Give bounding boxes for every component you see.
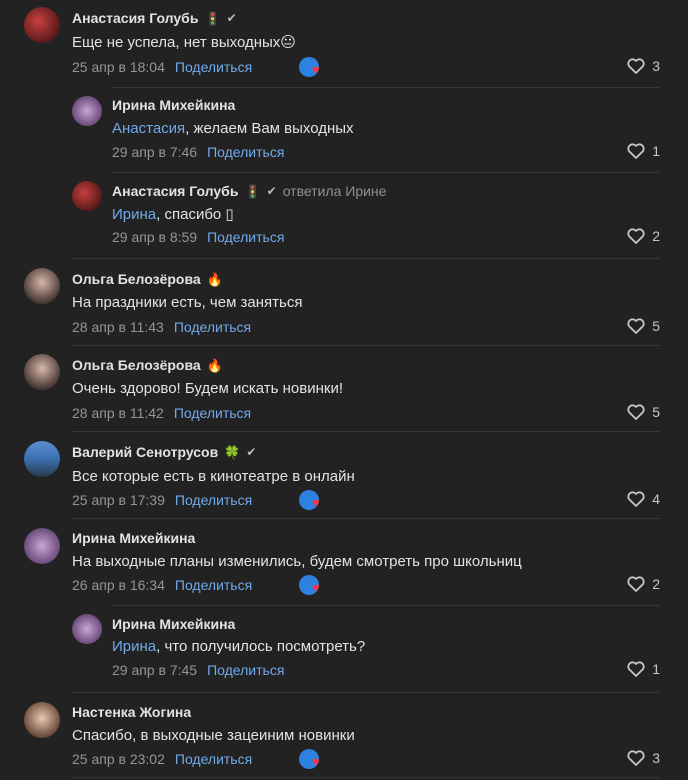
divider [72, 518, 660, 519]
author-name[interactable]: Ольга Белозёрова [72, 271, 201, 287]
like-button[interactable]: 3 [627, 750, 660, 766]
emoji-icon: 😐 [280, 34, 296, 51]
mention-link[interactable]: Анастасия [112, 120, 185, 137]
author-name[interactable]: Анастасия Голубь [72, 10, 198, 26]
replied-to-label[interactable]: ответила Ирине [283, 183, 387, 199]
share-button[interactable]: Поделиться [175, 577, 252, 593]
share-button[interactable]: Поделиться [175, 751, 252, 767]
like-count: 1 [652, 661, 660, 677]
comment-text: На выходные планы изменились, будем смот… [72, 553, 522, 570]
share-button[interactable]: Поделиться [175, 59, 252, 75]
mention-link[interactable]: Ирина [112, 638, 156, 655]
badge-icon: 🔥 [206, 357, 223, 373]
comment-date[interactable]: 25 апр в 18:04 [72, 59, 165, 75]
divider [72, 431, 660, 432]
reaction-icon[interactable]: ♥ [299, 490, 327, 512]
like-count: 5 [652, 404, 660, 420]
divider [112, 605, 660, 606]
heart-outline-icon [627, 58, 645, 74]
comment-date[interactable]: 28 апр в 11:42 [72, 405, 164, 421]
comment-text: Еще не успела, нет выходных😐 [72, 34, 296, 51]
share-button[interactable]: Поделиться [174, 405, 251, 421]
verified-check-icon: ✔ [266, 184, 277, 198]
avatar[interactable] [24, 7, 60, 43]
divider [112, 87, 660, 88]
mention-link[interactable]: Ирина [112, 206, 156, 223]
author-name[interactable]: Ольга Белозёрова [72, 357, 201, 373]
like-count: 5 [652, 318, 660, 334]
like-count: 3 [652, 58, 660, 74]
reaction-icon[interactable]: ♥ [299, 575, 327, 597]
share-button[interactable]: Поделиться [175, 492, 252, 508]
avatar[interactable] [24, 354, 60, 390]
like-count: 4 [652, 491, 660, 507]
heart-outline-icon [627, 404, 645, 420]
author-name[interactable]: Ирина Михейкина [112, 616, 235, 632]
divider [72, 777, 660, 778]
heart-outline-icon [627, 143, 645, 159]
avatar[interactable] [24, 268, 60, 304]
like-button[interactable]: 2 [627, 228, 660, 244]
comment-text: Все которые есть в кинотеатре в онлайн [72, 468, 355, 485]
comment-date[interactable]: 25 апр в 17:39 [72, 492, 165, 508]
author-name[interactable]: Анастасия Голубь [112, 183, 238, 199]
verified-check-icon: ✔ [226, 11, 237, 25]
avatar[interactable] [24, 702, 60, 738]
heart-outline-icon [627, 750, 645, 766]
share-button[interactable]: Поделиться [174, 319, 251, 335]
comment-text: Ирина, спасибо ▯ [112, 206, 234, 223]
like-button[interactable]: 1 [627, 661, 660, 677]
heart-outline-icon [627, 318, 645, 334]
like-button[interactable]: 2 [627, 576, 660, 592]
badge-icon: 🚦 [244, 183, 261, 199]
like-count: 1 [652, 143, 660, 159]
comment-text: Анастасия, желаем Вам выходных [112, 120, 354, 137]
divider [72, 258, 660, 259]
avatar[interactable] [72, 614, 102, 644]
divider [72, 692, 660, 693]
author-name[interactable]: Настенка Жогина [72, 704, 191, 720]
divider [72, 345, 660, 346]
avatar[interactable] [72, 96, 102, 126]
heart-outline-icon [627, 228, 645, 244]
reaction-icon[interactable]: ♥ [299, 57, 327, 79]
share-button[interactable]: Поделиться [207, 662, 284, 678]
comment-date[interactable]: 29 апр в 7:45 [112, 662, 197, 678]
comment-date[interactable]: 29 апр в 7:46 [112, 144, 197, 160]
comment-date[interactable]: 28 апр в 11:43 [72, 319, 164, 335]
like-button[interactable]: 4 [627, 491, 660, 507]
share-button[interactable]: Поделиться [207, 144, 284, 160]
verified-check-icon: ✔ [246, 445, 257, 459]
badge-icon: 🍀 [224, 444, 241, 460]
avatar[interactable] [24, 441, 60, 477]
like-button[interactable]: 5 [627, 404, 660, 420]
like-button[interactable]: 5 [627, 318, 660, 334]
like-button[interactable]: 3 [627, 58, 660, 74]
share-button[interactable]: Поделиться [207, 229, 284, 245]
divider [112, 172, 660, 173]
badge-icon: 🚦 [204, 10, 221, 26]
heart-outline-icon [627, 661, 645, 677]
avatar[interactable] [72, 181, 102, 211]
author-name[interactable]: Ирина Михейкина [112, 97, 235, 113]
heart-outline-icon [627, 491, 645, 507]
comment-date[interactable]: 25 апр в 23:02 [72, 751, 165, 767]
like-button[interactable]: 1 [627, 143, 660, 159]
avatar[interactable] [24, 528, 60, 564]
comment-date[interactable]: 26 апр в 16:34 [72, 577, 165, 593]
comment-date[interactable]: 29 апр в 8:59 [112, 229, 197, 245]
like-count: 2 [652, 576, 660, 592]
like-count: 2 [652, 228, 660, 244]
comment-text: Очень здорово! Будем искать новинки! [72, 380, 343, 397]
comment-text: На праздники есть, чем заняться [72, 294, 303, 311]
author-name[interactable]: Ирина Михейкина [72, 530, 195, 546]
like-count: 3 [652, 750, 660, 766]
reaction-icon[interactable]: ♥ [299, 749, 327, 771]
badge-icon: 🔥 [206, 271, 223, 287]
comment-text: Ирина, что получилось посмотреть? [112, 638, 366, 655]
heart-outline-icon [627, 576, 645, 592]
comment-text: Спасибо, в выходные зацеиним новинки [72, 727, 355, 744]
author-name[interactable]: Валерий Сенотрусов [72, 444, 218, 460]
